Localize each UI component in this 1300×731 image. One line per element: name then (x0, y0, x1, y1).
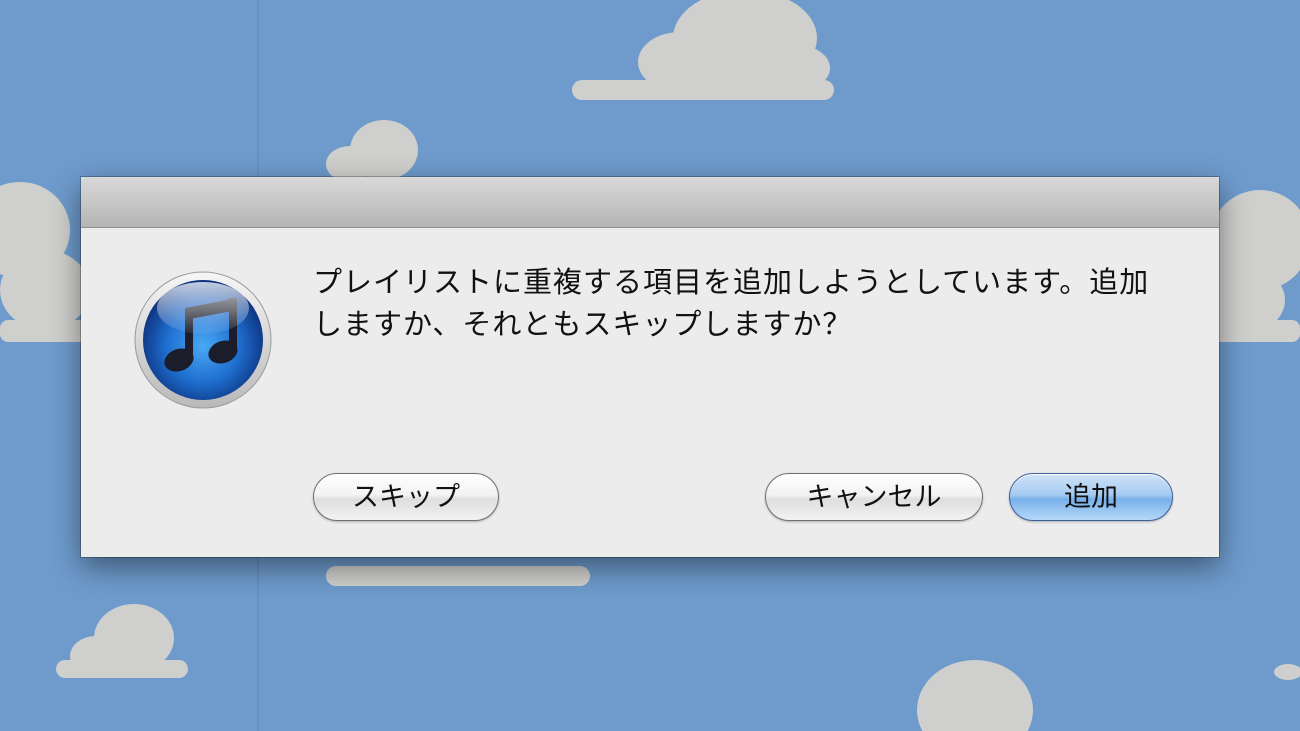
cancel-button[interactable]: キャンセル (765, 473, 983, 521)
duplicate-items-alert-dialog: プレイリストに重複する項目を追加しようとしています。追加 しますか、それともスキ… (81, 177, 1219, 557)
alert-message-line-2: しますか、それともスキップしますか？ (313, 307, 853, 341)
dialog-title-bar[interactable] (81, 177, 1219, 228)
alert-message-line-1: プレイリストに重複する項目を追加しようとしています。追加 (313, 265, 1150, 299)
alert-message: プレイリストに重複する項目を追加しようとしています。追加 しますか、それともスキ… (313, 261, 1173, 345)
skip-button[interactable]: スキップ (313, 473, 499, 521)
add-button[interactable]: 追加 (1009, 473, 1173, 521)
itunes-music-note-icon (134, 271, 272, 409)
